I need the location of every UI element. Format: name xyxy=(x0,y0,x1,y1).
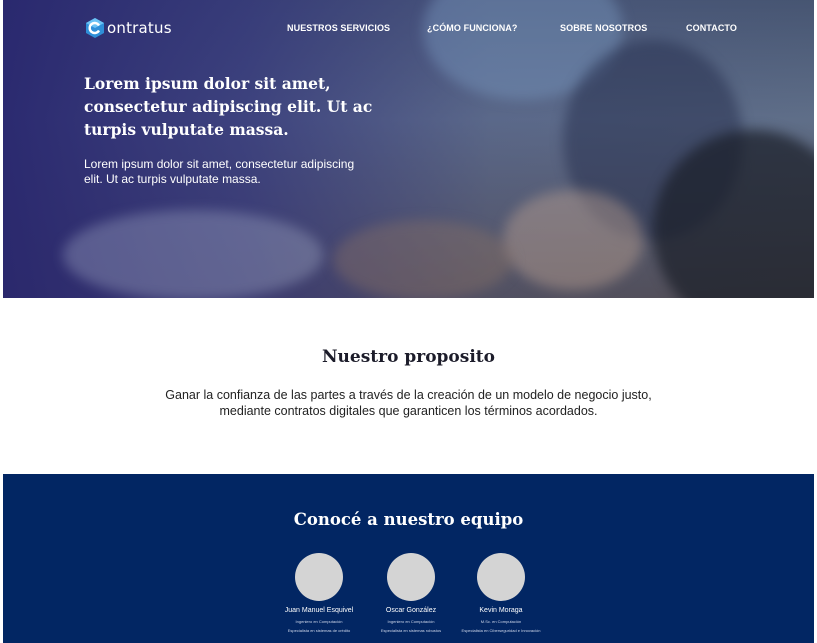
nav-item-about-us[interactable]: SOBRE NOSOTROS xyxy=(560,23,647,33)
nav-item-contact[interactable]: CONTACTO xyxy=(686,23,737,33)
avatar xyxy=(295,553,343,601)
avatar xyxy=(477,553,525,601)
brand-logo[interactable]: ontratus xyxy=(84,17,172,39)
hero-title: Lorem ipsum dolor sit amet, consectetur … xyxy=(84,74,373,139)
team-member-card: Juan Manuel Esquivel Ingeniero en Comput… xyxy=(274,553,364,633)
member-specialty: Especialista en Ciberseguridad e Innovac… xyxy=(461,628,541,633)
member-name: Kevin Moraga xyxy=(479,607,523,614)
member-specialty: Especialista en sistemas robustos xyxy=(380,628,442,633)
hero-photo-shape xyxy=(63,210,323,298)
avatar xyxy=(387,553,435,601)
purpose-text: Ganar la confianza de las partes a travé… xyxy=(165,388,652,418)
hero-section: ontratus NUESTROS SERVICIOS ¿CÓMO FUNCIO… xyxy=(3,0,814,298)
hero-subtitle: Lorem ipsum dolor sit amet, consectetur … xyxy=(84,157,355,186)
member-specialty: Especialista en sistemas de crédito xyxy=(287,628,351,633)
hero-photo-shape xyxy=(503,190,643,290)
team-section: Conocé a nuestro equipo Juan Manuel Esqu… xyxy=(3,474,814,643)
hero-photo-shape xyxy=(333,220,513,298)
member-role: Ingeniero en Computación xyxy=(295,619,343,624)
member-name: Juan Manuel Esquivel xyxy=(284,607,354,614)
team-title: Conocé a nuestro equipo xyxy=(293,510,524,529)
brand-name: ontratus xyxy=(107,19,172,37)
member-name: Oscar González xyxy=(385,607,437,614)
nav-item-how-it-works[interactable]: ¿CÓMO FUNCIONA? xyxy=(427,23,518,33)
purpose-title: Nuestro proposito xyxy=(322,347,495,367)
team-member-card: Oscar González Ingeniero en Computación … xyxy=(366,553,456,633)
member-role: Ingeniero en Computación xyxy=(387,619,435,624)
nav-item-services[interactable]: NUESTROS SERVICIOS xyxy=(287,23,390,33)
member-role: M.Sc. en Computación xyxy=(480,619,522,624)
team-member-card: Kevin Moraga M.Sc. en Computación Especi… xyxy=(456,553,546,633)
hexagon-c-logo-icon xyxy=(86,18,104,38)
